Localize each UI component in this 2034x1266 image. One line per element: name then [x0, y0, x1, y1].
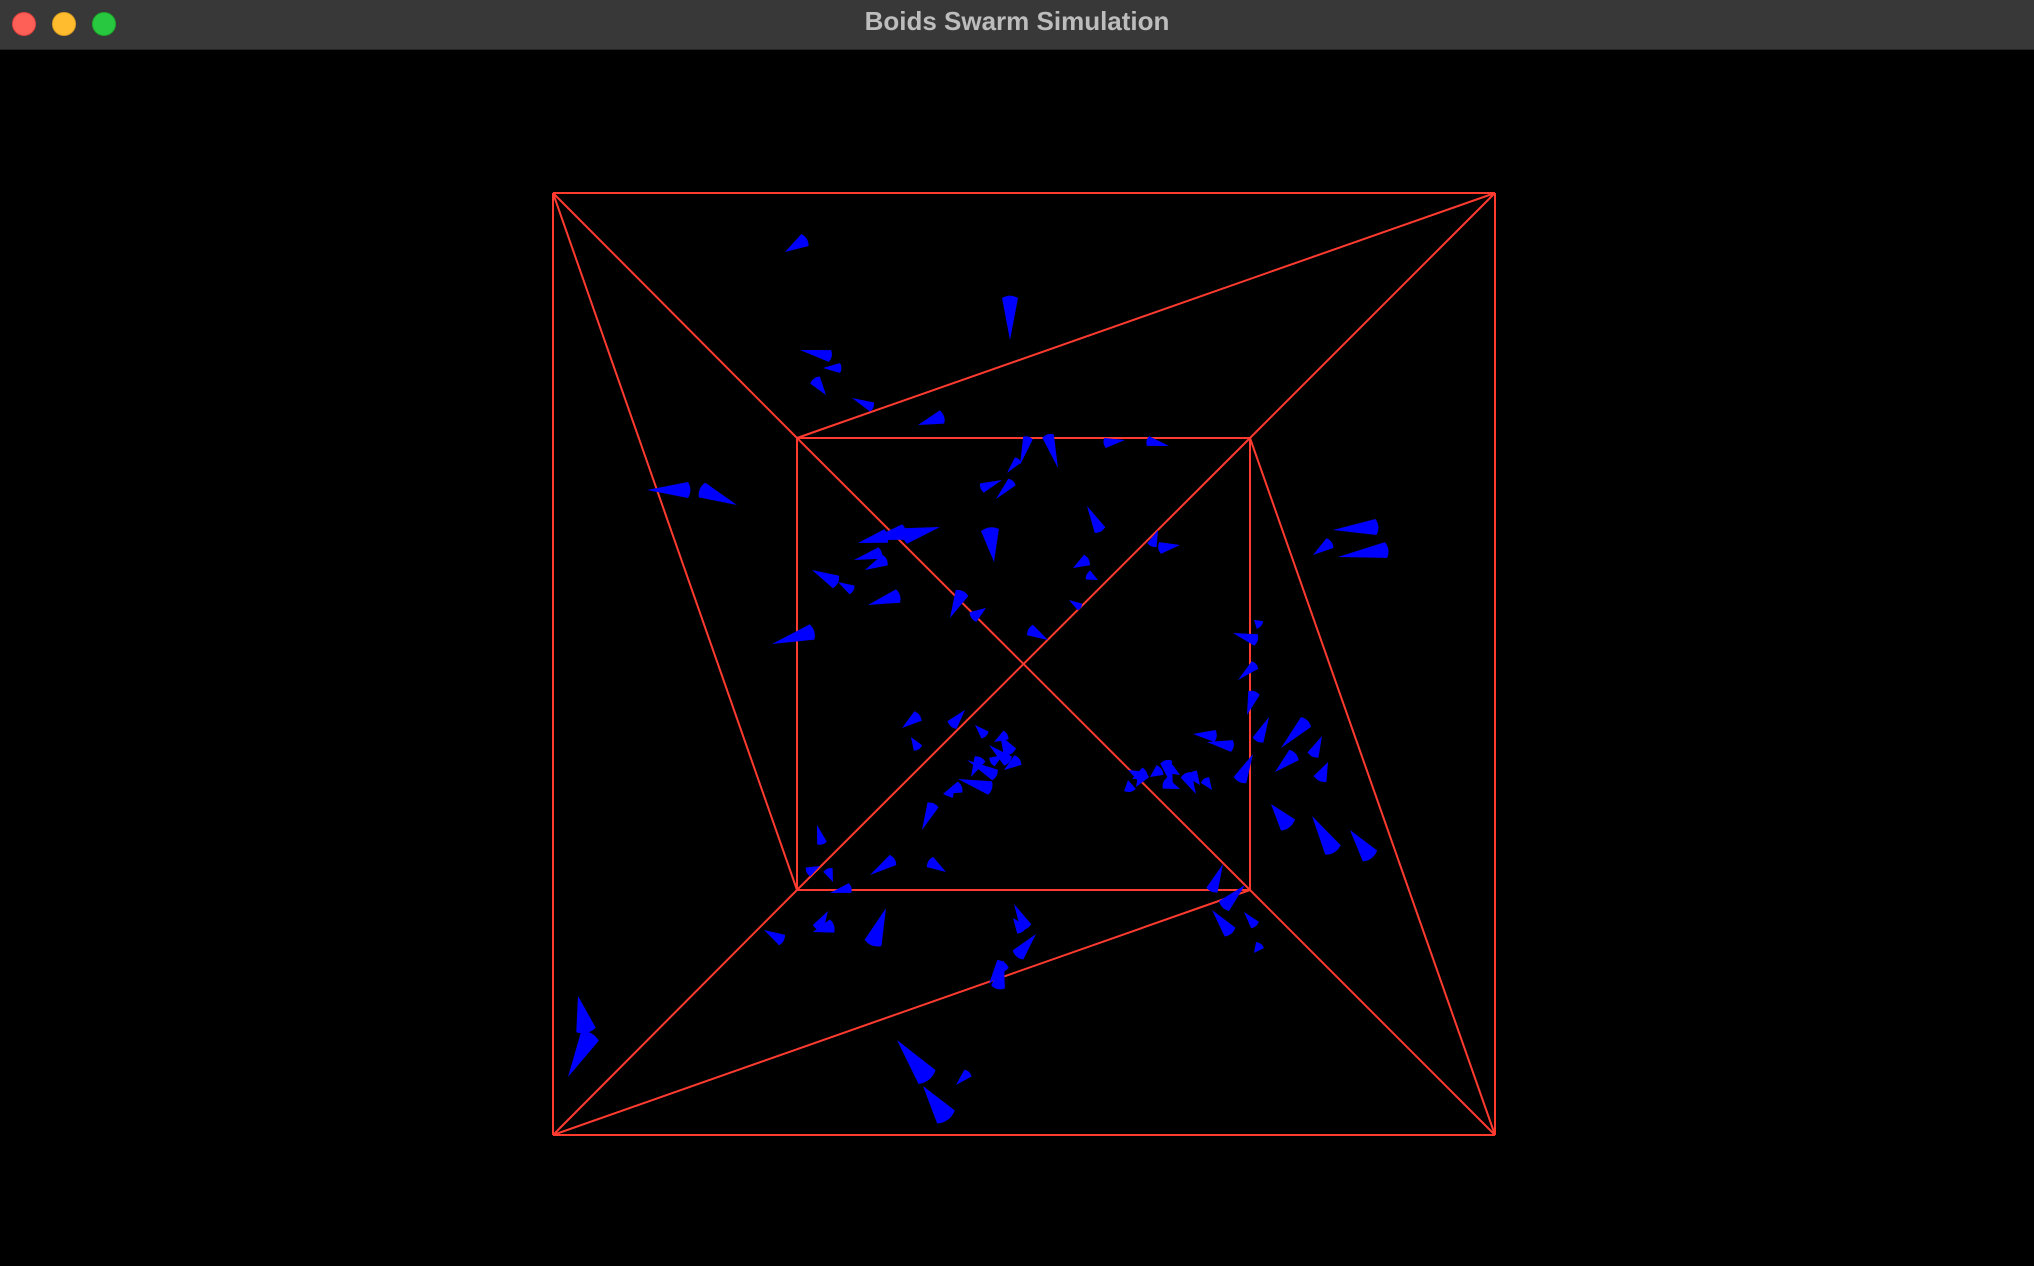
boid-cone	[1020, 436, 1033, 465]
boid-cone	[975, 725, 989, 739]
boid-cone	[764, 930, 785, 946]
boundary-edge	[552, 192, 798, 439]
boid-cone	[823, 363, 842, 373]
boid-cone	[1275, 749, 1299, 772]
boid-cone	[800, 350, 832, 362]
boid-cone	[830, 883, 852, 893]
boid-cone	[1193, 730, 1217, 742]
boid-cone	[647, 482, 691, 498]
boundary-edge	[552, 889, 1251, 1136]
boundary-edge	[552, 192, 798, 891]
boid-cone	[1350, 830, 1378, 862]
boid-cone	[1313, 762, 1328, 783]
boid-cone	[943, 781, 963, 794]
boid-cone	[926, 856, 946, 872]
boid-cone	[1002, 295, 1018, 340]
simulation-viewport[interactable]	[0, 50, 2034, 1266]
boid-cone	[817, 825, 827, 845]
boid-cone	[979, 480, 1002, 493]
boid-cone	[1103, 438, 1125, 448]
boid-cone	[1252, 717, 1269, 743]
boid-cone	[852, 398, 875, 412]
boid-cone	[1338, 542, 1389, 558]
boundary-edge	[1249, 889, 1496, 1136]
boid-cone	[1312, 816, 1341, 855]
boid-cone	[958, 779, 993, 795]
boid-cone	[911, 737, 923, 751]
boid-cone	[698, 482, 737, 505]
boid-cone	[576, 996, 596, 1034]
boid-cone	[956, 1069, 972, 1085]
boundary-edge	[1249, 437, 1496, 1136]
boid-cone	[1233, 633, 1259, 646]
boid-cone	[1247, 690, 1260, 715]
boid-cone	[1281, 717, 1312, 748]
boid-cone	[858, 529, 889, 543]
boid-cone	[902, 711, 922, 728]
boid-cone	[810, 376, 826, 395]
simulation-canvas[interactable]	[0, 50, 2034, 1266]
boid-cone	[1333, 519, 1379, 535]
boid-cone	[922, 802, 939, 830]
boid-cone	[1150, 765, 1164, 777]
app-window: Boids Swarm Simulation	[0, 0, 2034, 1266]
boundary-edge	[796, 192, 1496, 439]
window-title: Boids Swarm Simulation	[864, 6, 1170, 36]
boundary-edge	[552, 889, 798, 1136]
boid-cone	[969, 608, 986, 622]
boid-cone	[1254, 620, 1264, 629]
boid-cone	[854, 547, 883, 560]
boid-cone	[864, 908, 886, 947]
boid-cone	[772, 624, 815, 644]
boundary-cube	[552, 192, 1496, 1136]
boid-cone	[838, 582, 855, 595]
boid-cone	[785, 233, 809, 252]
boid-cone	[823, 867, 833, 882]
title-bar[interactable]: Boids Swarm Simulation	[0, 0, 2034, 50]
boid-cone	[923, 1086, 955, 1124]
boundary-edge	[1249, 192, 1496, 439]
boid-cone	[1271, 804, 1295, 831]
boid-cone	[568, 1031, 599, 1077]
boid-swarm	[568, 233, 1389, 1124]
boid-cone	[1027, 624, 1048, 640]
boid-cone	[1207, 740, 1234, 752]
boid-cone	[870, 854, 897, 875]
boid-cone	[868, 589, 901, 605]
boid-cone	[981, 527, 999, 562]
boid-cone	[1087, 506, 1106, 533]
boid-cone	[1219, 885, 1245, 911]
boid-cone	[1073, 554, 1090, 568]
boid-cone	[1238, 661, 1259, 680]
boid-cone	[1085, 570, 1098, 580]
boid-cone	[1313, 538, 1334, 555]
boid-cone	[897, 1040, 936, 1084]
boid-cone	[1244, 912, 1259, 929]
boid-cone	[918, 410, 945, 425]
boid-cone	[1124, 780, 1136, 792]
boid-cone	[1012, 934, 1036, 960]
boid-cone	[1200, 777, 1212, 790]
boid-cone	[1212, 910, 1236, 937]
boid-cone	[1206, 864, 1223, 893]
boid-cone	[1254, 942, 1264, 953]
boid-cone	[812, 570, 840, 589]
boid-cone	[1307, 736, 1322, 758]
boid-cone	[1158, 542, 1180, 554]
boid-cone	[1007, 457, 1022, 473]
boid-cone	[902, 527, 940, 544]
